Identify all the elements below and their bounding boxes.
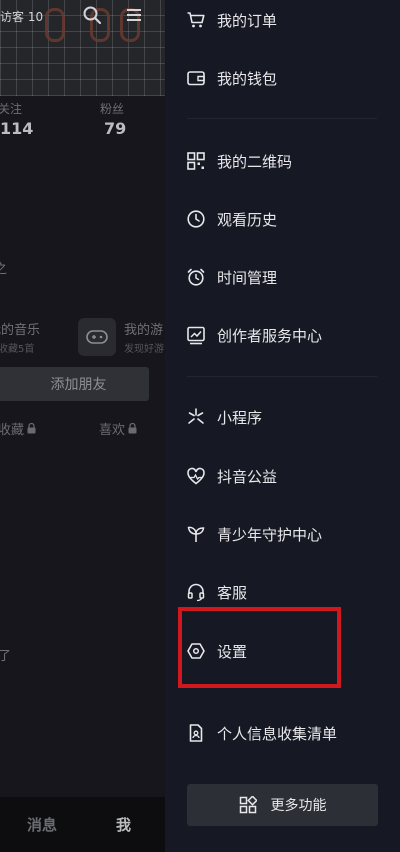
menu-item-time-management[interactable]: 时间管理 bbox=[165, 257, 400, 297]
sprout-icon bbox=[186, 524, 206, 544]
tab-collection[interactable]: 收藏 bbox=[0, 419, 36, 438]
partial-text-2: 了 bbox=[0, 649, 12, 664]
creator-chart-icon bbox=[186, 325, 206, 345]
search-icon[interactable] bbox=[82, 5, 102, 25]
menu-icon[interactable] bbox=[124, 5, 144, 25]
menu-item-label: 抖音公益 bbox=[217, 467, 278, 486]
gamepad-icon[interactable] bbox=[78, 318, 116, 356]
my-games-title[interactable]: 我的游 bbox=[124, 319, 163, 338]
menu-item-wallet[interactable]: 我的钱包 bbox=[165, 58, 400, 98]
cart-icon bbox=[186, 10, 206, 30]
menu-item-label: 个人信息收集清单 bbox=[217, 724, 338, 743]
lock-icon bbox=[27, 423, 36, 434]
menu-item-charity[interactable]: 抖音公益 bbox=[165, 456, 400, 496]
bottom-nav: 消息 我 bbox=[0, 797, 165, 852]
mini-program-icon bbox=[186, 407, 206, 427]
add-friend-label: 添加朋友 bbox=[50, 377, 107, 393]
more-functions-label: 更多功能 bbox=[270, 798, 327, 814]
tab-likes-label: 喜欢 bbox=[99, 423, 126, 438]
side-drawer: 我的订单 我的钱包 我的二维码 观看历史 时间管理 创作者服务中心 小程序 抖音… bbox=[165, 0, 400, 852]
partial-text: 之 bbox=[0, 262, 8, 277]
menu-item-label: 我的二维码 bbox=[217, 152, 293, 171]
menu-item-label: 观看历史 bbox=[217, 210, 278, 229]
wallet-icon bbox=[186, 68, 206, 88]
nav-me[interactable]: 我 bbox=[116, 814, 131, 835]
more-functions-button[interactable]: 更多功能 bbox=[187, 784, 378, 826]
following-label: 关注 bbox=[0, 102, 23, 116]
lock-icon bbox=[128, 423, 137, 434]
grid-icon bbox=[239, 796, 257, 814]
followers-count[interactable]: 79 bbox=[104, 119, 126, 138]
add-friend-button[interactable]: 添加朋友 bbox=[0, 367, 149, 401]
menu-item-label: 我的订单 bbox=[217, 11, 278, 30]
menu-item-watch-history[interactable]: 观看历史 bbox=[165, 199, 400, 239]
my-games-sub: 发现好游 bbox=[124, 344, 164, 355]
menu-item-youth-protection[interactable]: 青少年守护中心 bbox=[165, 514, 400, 554]
menu-item-mini-programs[interactable]: 小程序 bbox=[165, 397, 400, 437]
tab-collection-label: 收藏 bbox=[0, 423, 25, 438]
qr-code-icon bbox=[186, 151, 206, 171]
menu-item-label: 小程序 bbox=[217, 408, 263, 427]
menu-item-label: 我的钱包 bbox=[217, 69, 278, 88]
menu-item-orders[interactable]: 我的订单 bbox=[165, 0, 400, 40]
menu-item-qr-code[interactable]: 我的二维码 bbox=[165, 141, 400, 181]
settings-highlight-box bbox=[178, 607, 341, 688]
menu-item-label: 创作者服务中心 bbox=[217, 326, 323, 345]
menu-item-label: 客服 bbox=[217, 583, 248, 602]
new-visitors-count[interactable]: 新访客 10 bbox=[0, 8, 43, 25]
following-count[interactable]: 114 bbox=[0, 119, 33, 138]
document-list-icon bbox=[186, 723, 206, 743]
alarm-icon bbox=[186, 267, 206, 287]
clock-icon bbox=[186, 209, 206, 229]
profile-page-dimmed: 新访客 10 关注 114 粉丝 79 之 我的音乐 已收藏5首 我的游 发现好… bbox=[0, 0, 165, 852]
nav-messages[interactable]: 消息 bbox=[27, 814, 57, 835]
followers-label: 粉丝 bbox=[100, 102, 125, 116]
divider bbox=[187, 118, 377, 119]
divider bbox=[187, 376, 377, 377]
menu-item-label: 时间管理 bbox=[217, 268, 278, 287]
headset-icon bbox=[186, 582, 206, 602]
my-music-title[interactable]: 我的音乐 bbox=[0, 319, 40, 338]
menu-item-creator-center[interactable]: 创作者服务中心 bbox=[165, 315, 400, 355]
menu-item-label: 青少年守护中心 bbox=[217, 525, 323, 544]
menu-item-customer-service[interactable]: 客服 bbox=[165, 572, 400, 612]
my-music-sub: 已收藏5首 bbox=[0, 344, 35, 355]
menu-item-personal-info-list[interactable]: 个人信息收集清单 bbox=[165, 713, 400, 753]
charity-heart-icon bbox=[186, 466, 206, 486]
tab-likes[interactable]: 喜欢 bbox=[99, 419, 137, 438]
